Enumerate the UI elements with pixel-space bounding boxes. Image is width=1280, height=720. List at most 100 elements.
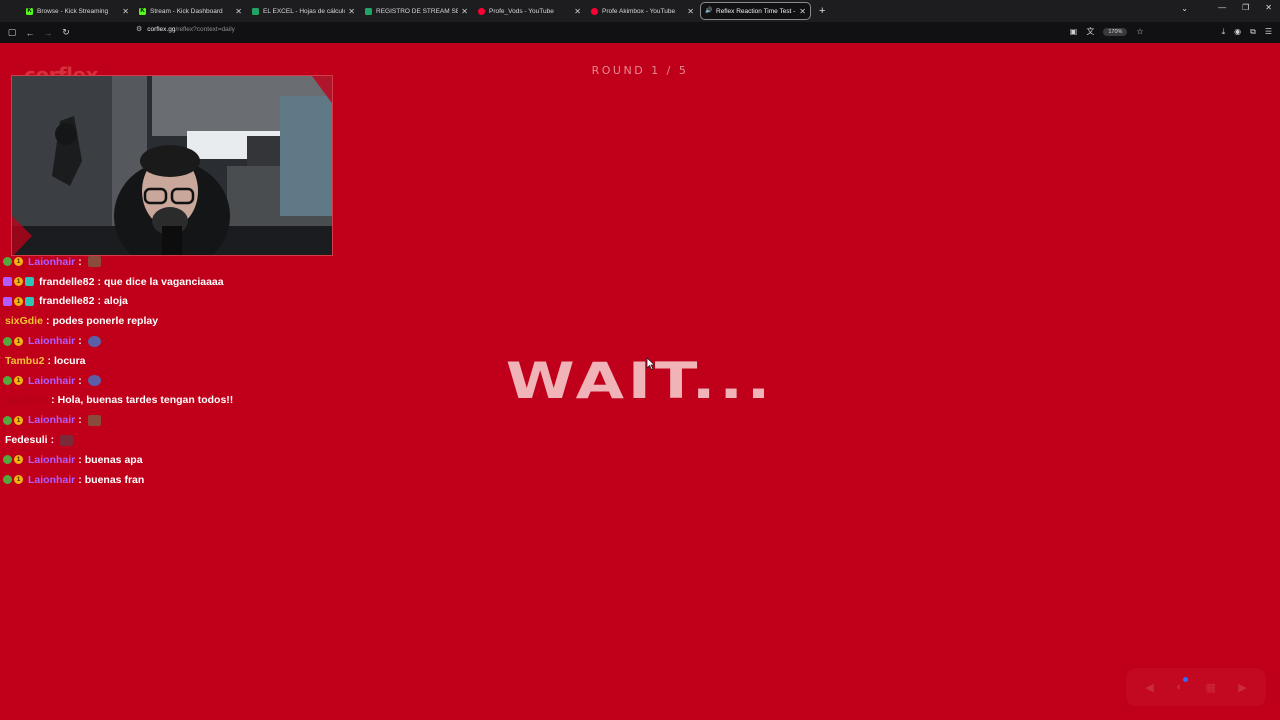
notification-dot xyxy=(1183,677,1188,682)
subscriber-badge-icon: 1 xyxy=(14,296,23,306)
close-tab-icon[interactable]: ✕ xyxy=(799,7,806,16)
chat-username[interactable]: frandelle82 xyxy=(39,295,94,307)
chat-separator: : xyxy=(78,453,82,466)
close-tab-icon[interactable]: ✕ xyxy=(235,7,242,16)
tab-list-chevron-icon[interactable]: ⌄ xyxy=(1181,4,1188,13)
subscriber-badge-icon: 1 xyxy=(14,475,23,485)
close-tab-icon[interactable]: ✕ xyxy=(574,7,581,16)
new-tab-icon[interactable]: + xyxy=(819,5,825,17)
chat-username[interactable]: Laionhair xyxy=(28,335,75,347)
profile-icon[interactable]: ◉ xyxy=(1234,27,1241,36)
gift-badge-icon xyxy=(25,277,34,287)
download-icon[interactable]: ⤓ xyxy=(1222,27,1226,37)
vip-badge-icon xyxy=(3,277,12,287)
chat-message: 1 Laionhair: buenas apa xyxy=(3,450,343,470)
chat-text: locura xyxy=(53,354,86,367)
subscriber-badge-icon: 1 xyxy=(14,415,23,425)
chat-username[interactable]: Laionhair xyxy=(28,474,75,486)
chat-message: 1 Laionhair: xyxy=(3,252,343,272)
chat-text: buenas fran xyxy=(84,473,145,486)
chat-message: sixGdie: podes ponerle replay xyxy=(3,311,343,331)
chat-username[interactable]: frandelle82 xyxy=(39,276,94,288)
close-tab-icon[interactable]: ✕ xyxy=(461,7,468,16)
chat-text: buenas apa xyxy=(84,453,143,466)
chat-username[interactable]: sixGdie xyxy=(5,315,43,327)
stream-chat: 1 Laionhair:1 frandelle82: que dice la vaga… xyxy=(3,252,343,490)
reload-icon[interactable]: ↻ xyxy=(57,27,75,38)
chat-message: 1 Laionhair: xyxy=(3,371,343,391)
youtube-icon xyxy=(478,7,485,15)
bookmark-star-icon[interactable]: ☆ xyxy=(1136,27,1143,36)
chat-username[interactable]: Laionhair xyxy=(28,454,75,466)
browser-tab[interactable]: REGISTRO DE STREAM SEMAN✕ xyxy=(361,2,472,20)
chat-username[interactable]: Laionhair xyxy=(28,414,75,426)
chat-text: que dice la vaganciaaaa xyxy=(103,275,224,288)
zoom-badge[interactable]: 170% xyxy=(1103,27,1128,36)
minimize-icon[interactable]: — xyxy=(1218,3,1226,12)
subscriber-badge-icon: 1 xyxy=(14,455,23,465)
chat-message: 1 Laionhair: xyxy=(3,331,343,351)
chat-separator: : xyxy=(97,295,101,308)
close-tab-icon[interactable]: ✕ xyxy=(122,7,129,16)
chat-message: lapulitos: Hola, buenas tardes tengan tod… xyxy=(3,391,343,411)
bottom-toolbar: ◀ ◐ ▦ ▶ xyxy=(1126,668,1266,706)
toolbar-icon[interactable]: ▶ xyxy=(1238,681,1246,694)
close-tab-icon[interactable]: ✕ xyxy=(687,7,694,16)
restore-icon[interactable]: ❐ xyxy=(1242,3,1249,12)
site-info-icon[interactable]: ⚙ xyxy=(136,25,142,33)
browser-tab[interactable]: K Stream - Kick Dashboard ✕ xyxy=(135,2,246,20)
chat-emote-icon xyxy=(60,434,74,446)
chat-username[interactable]: Laionhair xyxy=(28,375,75,387)
chat-emote-icon xyxy=(87,414,101,426)
chat-username[interactable]: lapulitos xyxy=(5,394,48,406)
browser-tab[interactable]: K Browse - Kick Streaming ✕ xyxy=(22,2,133,20)
chat-message: 1 frandelle82: aloja xyxy=(3,292,343,312)
sheets-icon xyxy=(252,7,259,15)
chat-separator: : xyxy=(78,335,82,348)
back-icon[interactable]: ← xyxy=(21,28,39,38)
gift-badge-icon xyxy=(25,296,34,306)
sidebar-toggle-icon[interactable]: ▢ xyxy=(3,27,21,38)
og-badge-icon xyxy=(3,376,12,386)
subscriber-badge-icon: 1 xyxy=(14,257,23,267)
chat-separator: : xyxy=(47,354,51,367)
og-badge-icon xyxy=(3,257,12,267)
toolbar-icon[interactable]: ◀ xyxy=(1145,681,1153,694)
chat-separator: : xyxy=(78,473,82,486)
chat-username[interactable]: Fedesuli xyxy=(5,434,48,446)
extensions-icon[interactable]: ⧉ xyxy=(1250,27,1256,37)
browser-tab[interactable]: Profe Akimbox - YouTube ✕ xyxy=(587,2,698,20)
translate-icon[interactable]: 文 xyxy=(1086,26,1094,37)
audio-icon: 🔊 xyxy=(705,7,713,14)
chat-username[interactable]: Tambu2 xyxy=(5,355,44,367)
browser-tab[interactable]: EL EXCEL - Hojas de cálculo de✕ xyxy=(248,2,359,20)
chat-emote-icon xyxy=(87,375,101,387)
og-badge-icon xyxy=(3,415,12,425)
sheets-icon xyxy=(365,7,372,15)
chat-separator: : xyxy=(50,434,55,447)
browser-tab-active[interactable]: 🔊 Reflex Reaction Time Test - ✕ xyxy=(700,2,811,20)
url-domain: corflex.gg xyxy=(147,25,176,33)
chat-text: Hola, buenas tardes tengan todos!! xyxy=(57,394,234,407)
menu-icon[interactable]: ☰ xyxy=(1265,27,1272,36)
toolbar-icon[interactable]: ◐ xyxy=(1176,681,1183,693)
forward-icon[interactable]: → xyxy=(39,28,57,38)
chat-separator: : xyxy=(97,275,101,288)
chat-username[interactable]: Laionhair xyxy=(28,256,75,268)
close-tab-icon[interactable]: ✕ xyxy=(348,7,355,16)
og-badge-icon xyxy=(3,336,12,346)
close-window-icon[interactable]: ✕ xyxy=(1265,3,1272,12)
chat-separator: : xyxy=(51,394,55,407)
subscriber-badge-icon: 1 xyxy=(14,376,23,386)
browser-tab-strip: K Browse - Kick Streaming ✕ K Stream - Kick… xyxy=(0,0,1280,22)
url-path: /reflex?context=daily xyxy=(175,25,235,33)
chat-emote-icon xyxy=(87,335,101,347)
toolbar-icon[interactable]: ▦ xyxy=(1205,681,1215,694)
browser-tab[interactable]: Profe_Vods - YouTube ✕ xyxy=(474,2,585,20)
address-bar[interactable]: ⚙ corflex.gg/reflex?context=daily xyxy=(136,25,235,34)
screenshot-icon[interactable]: ▣ xyxy=(1070,27,1078,36)
chat-message: Fedesuli: xyxy=(3,430,343,450)
chat-emote-icon xyxy=(87,256,101,268)
youtube-icon xyxy=(591,7,598,15)
kick-icon: K xyxy=(26,7,33,15)
